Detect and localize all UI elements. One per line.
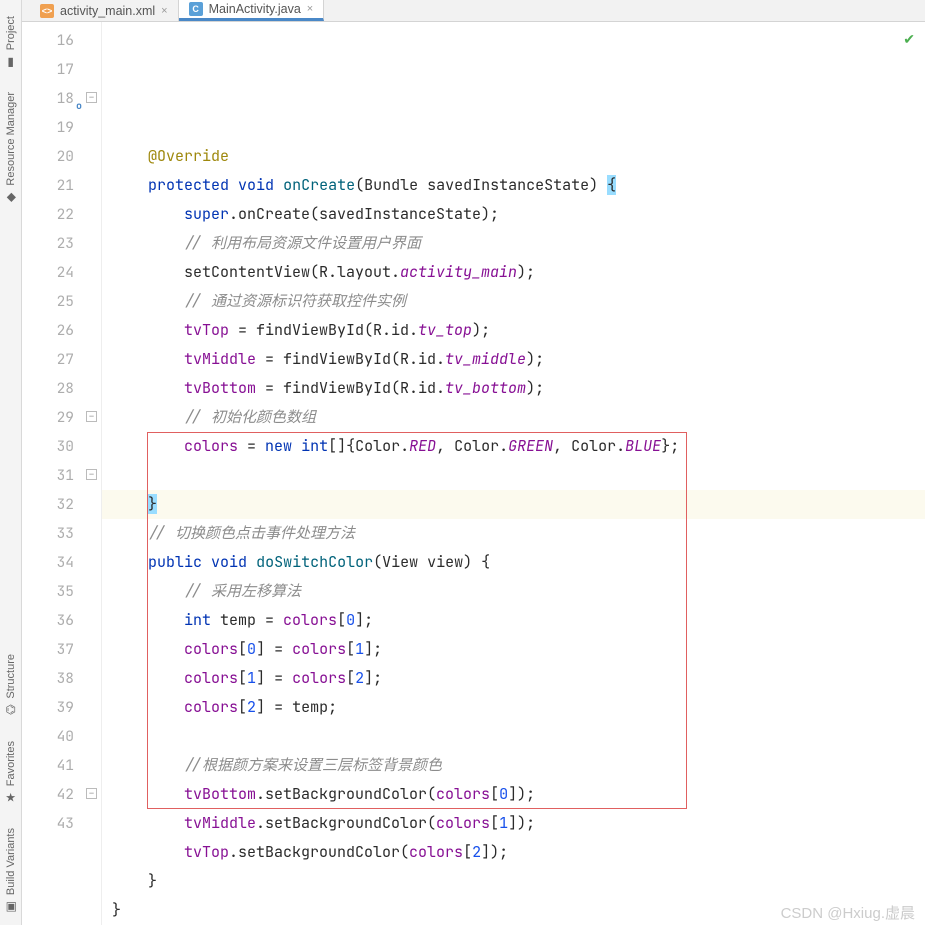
line-number: 19 <box>22 113 74 142</box>
ide-root: ▮Project ◆Resource Manager ⌬Structure ★F… <box>0 0 925 925</box>
code-line[interactable]: @Override <box>112 142 925 171</box>
line-number: 39 <box>22 693 74 722</box>
code-line[interactable]: } <box>102 490 925 519</box>
line-number: 33 <box>22 519 74 548</box>
project-icon: ▮ <box>7 54 14 68</box>
code-line[interactable] <box>112 722 925 751</box>
line-number: 30 <box>22 432 74 461</box>
structure-icon: ⌬ <box>5 703 15 717</box>
code-line[interactable]: colors[1] = colors[2]; <box>112 664 925 693</box>
editor-tab-1[interactable]: C MainActivity.java × <box>179 0 325 21</box>
code-line[interactable]: // 切换颜色点击事件处理方法 <box>112 519 925 548</box>
line-number: 34 <box>22 548 74 577</box>
code-line[interactable]: } <box>112 867 925 896</box>
code-line[interactable]: int temp = colors[0]; <box>112 606 925 635</box>
code-line[interactable] <box>112 113 925 142</box>
code-line[interactable]: //根据颜方案来设置三层标签背景颜色 <box>112 751 925 780</box>
left-tool-rail: ▮Project ◆Resource Manager ⌬Structure ★F… <box>0 0 22 925</box>
line-number: 26 <box>22 316 74 345</box>
line-number: 31 <box>22 461 74 490</box>
line-number: 36 <box>22 606 74 635</box>
fold-toggle[interactable]: − <box>86 788 97 799</box>
editor-tab-0[interactable]: <> activity_main.xml × <box>30 0 179 21</box>
line-number: 43 <box>22 809 74 838</box>
code-line[interactable]: colors[0] = colors[1]; <box>112 635 925 664</box>
code-line[interactable] <box>112 461 925 490</box>
line-number: 29 <box>22 403 74 432</box>
line-number: 25 <box>22 287 74 316</box>
line-number: 28 <box>22 374 74 403</box>
line-number: 32 <box>22 490 74 519</box>
code-line[interactable]: colors = new int[]{Color.RED, Color.GREE… <box>112 432 925 461</box>
line-number: 27 <box>22 345 74 374</box>
line-number: 40 <box>22 722 74 751</box>
inspection-ok-icon[interactable]: ✔ <box>903 26 915 55</box>
editor-wrap: 161718o↑19202122232425262728293031323334… <box>22 22 925 925</box>
fold-column: − − − − <box>82 22 102 925</box>
rail-resource-manager[interactable]: ◆Resource Manager <box>5 92 17 204</box>
java-file-icon: C <box>189 2 203 16</box>
rail-project[interactable]: ▮Project <box>5 16 17 68</box>
editor-tab-bar: <> activity_main.xml × C MainActivity.java × <box>22 0 925 22</box>
code-line[interactable]: tvBottom = findViewById(R.id.tv_bottom); <box>112 374 925 403</box>
line-number: 16 <box>22 26 74 55</box>
code-line[interactable]: tvBottom.setBackgroundColor(colors[0]); <box>112 780 925 809</box>
code-line[interactable]: tvMiddle.setBackgroundColor(colors[1]); <box>112 809 925 838</box>
line-number: 35 <box>22 577 74 606</box>
close-icon[interactable]: × <box>161 5 167 17</box>
code-line[interactable]: // 通过资源标识符获取控件实例 <box>112 287 925 316</box>
build-icon: ▣ <box>5 899 16 913</box>
line-number: 22 <box>22 200 74 229</box>
line-number: 18o↑ <box>22 84 74 113</box>
code-line[interactable]: // 利用布局资源文件设置用户界面 <box>112 229 925 258</box>
rail-structure[interactable]: ⌬Structure <box>5 654 17 717</box>
close-icon[interactable]: × <box>307 3 313 15</box>
line-number-gutter: 161718o↑19202122232425262728293031323334… <box>22 22 82 925</box>
resource-icon: ◆ <box>6 190 15 204</box>
code-line[interactable]: protected void onCreate(Bundle savedInst… <box>112 171 925 200</box>
line-number: 20 <box>22 142 74 171</box>
code-area[interactable]: @Override protected void onCreate(Bundle… <box>102 22 925 925</box>
line-number: 23 <box>22 229 74 258</box>
main-column: <>activity_main.xml×CMainActivity.java× … <box>22 0 925 925</box>
fold-toggle[interactable]: − <box>86 469 97 480</box>
code-line[interactable]: setContentView(R.layout.activity_main); <box>112 258 925 287</box>
line-number: 17 <box>22 55 74 84</box>
xml-file-icon: <> <box>40 4 54 18</box>
code-line[interactable]: tvMiddle = findViewById(R.id.tv_middle); <box>112 345 925 374</box>
rail-build-variants[interactable]: ▣Build Variants <box>5 828 17 913</box>
code-line[interactable]: tvTop.setBackgroundColor(colors[2]); <box>112 838 925 867</box>
line-number: 38 <box>22 664 74 693</box>
fold-toggle[interactable]: − <box>86 92 97 103</box>
watermark: CSDN @Hxiug.虚晨 <box>781 902 915 923</box>
line-number: 21 <box>22 171 74 200</box>
code-line[interactable]: super.onCreate(savedInstanceState); <box>112 200 925 229</box>
star-icon: ★ <box>5 790 16 804</box>
code-line[interactable]: // 采用左移算法 <box>112 577 925 606</box>
code-line[interactable]: colors[2] = temp; <box>112 693 925 722</box>
fold-toggle[interactable]: − <box>86 411 97 422</box>
code-line[interactable]: tvTop = findViewById(R.id.tv_top); <box>112 316 925 345</box>
line-number: 42 <box>22 780 74 809</box>
code-line[interactable]: public void doSwitchColor(View view) { <box>112 548 925 577</box>
rail-favorites[interactable]: ★Favorites <box>5 741 17 804</box>
tab-label: activity_main.xml <box>60 4 155 18</box>
code-line[interactable]: // 初始化颜色数组 <box>112 403 925 432</box>
line-number: 41 <box>22 751 74 780</box>
line-number: 37 <box>22 635 74 664</box>
tab-label: MainActivity.java <box>209 2 301 16</box>
line-number: 24 <box>22 258 74 287</box>
